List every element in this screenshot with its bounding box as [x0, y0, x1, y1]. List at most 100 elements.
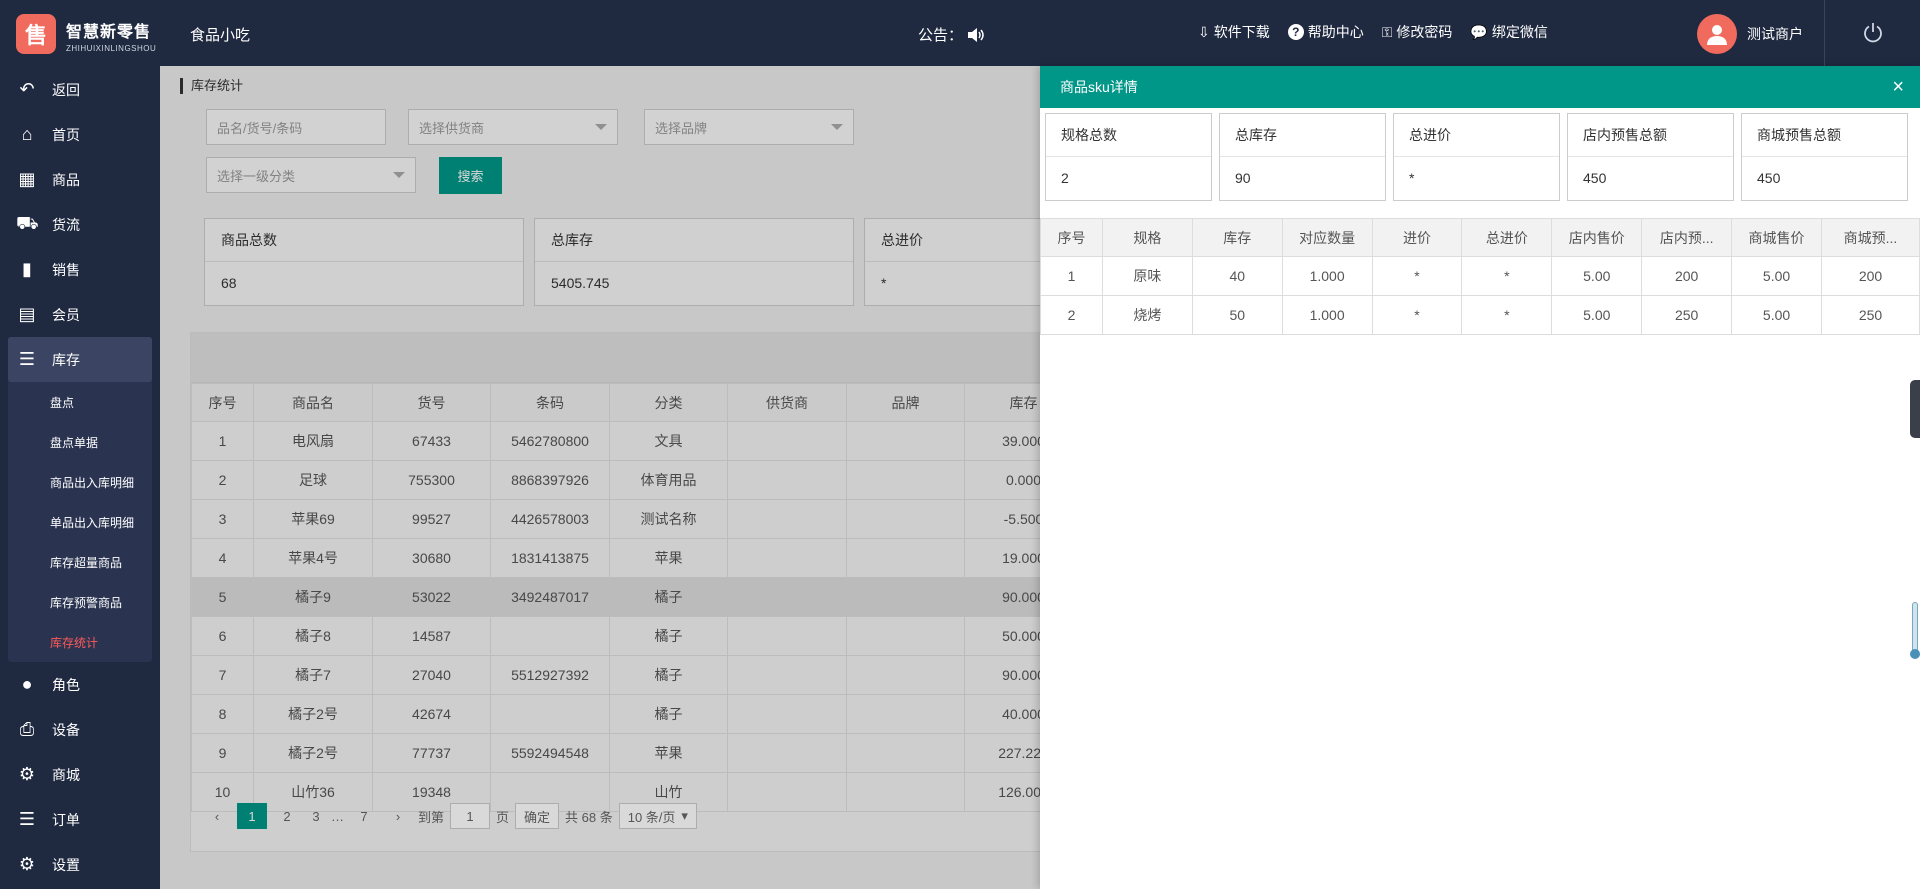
brand-name: 智慧新零售 — [66, 24, 152, 41]
grid-icon: ▦ — [18, 169, 36, 189]
table-cell: 原味 — [1101, 256, 1193, 296]
table-cell: 50 — [1191, 295, 1283, 335]
table-cell: * — [1461, 295, 1553, 335]
store-name[interactable]: 食品小吃 — [190, 24, 250, 45]
user-menu[interactable]: 测试商户 — [1697, 14, 1803, 54]
sku-stat-card: 商城预售总额 450 — [1741, 113, 1908, 201]
notice-label: 公告： — [918, 27, 964, 44]
table-cell: * — [1461, 256, 1553, 296]
modal-overlay[interactable] — [160, 66, 1040, 889]
sidebar-sub-stocktake[interactable]: 盘点 — [8, 382, 152, 422]
sku-stat-card: 总库存 90 — [1219, 113, 1386, 201]
table-cell: 5.00 — [1551, 295, 1643, 335]
sidebar-sub-low-stock[interactable]: 库存预警商品 — [8, 582, 152, 622]
col-header[interactable]: 进价 — [1371, 218, 1463, 257]
table-cell: 40 — [1191, 256, 1283, 296]
col-header[interactable]: 店内预... — [1641, 218, 1733, 257]
sidebar-item-inventory[interactable]: ☰ 库存 — [8, 337, 152, 382]
power-icon — [1863, 23, 1882, 43]
change-password-link[interactable]: ⚿ 修改密码 — [1382, 22, 1453, 42]
table-cell: 1 — [1040, 256, 1103, 296]
sidebar-item-home[interactable]: ⌂ 首页 — [0, 112, 160, 157]
table-cell: 1.000 — [1281, 256, 1373, 296]
col-header[interactable]: 序号 — [1040, 218, 1103, 257]
sku-table: 序号 规格 库存 对应数量 进价 总进价 店内售价 店内预... 商城售价 商城… — [1040, 218, 1920, 335]
back-icon: ↶ — [19, 79, 35, 99]
table-cell: 250 — [1641, 295, 1733, 335]
sidebar-item-sales[interactable]: ▮ 销售 — [0, 247, 160, 292]
logout-button[interactable] — [1824, 0, 1920, 66]
printer-icon: ⎙ — [19, 719, 35, 739]
col-header[interactable]: 商城预... — [1821, 218, 1920, 257]
table-cell: 5.00 — [1731, 295, 1822, 335]
help-icon: ? — [1287, 24, 1304, 40]
col-header[interactable]: 商城售价 — [1731, 218, 1822, 257]
help-link[interactable]: ? 帮助中心 — [1287, 22, 1364, 42]
table-cell: 200 — [1641, 256, 1733, 296]
sku-grid: 序号 规格 库存 对应数量 进价 总进价 店内售价 店内预... 商城售价 商城… — [1040, 218, 1920, 335]
home-icon: ⌂ — [21, 124, 33, 144]
speaker-icon — [968, 27, 984, 42]
sidebar-sub-overstock[interactable]: 库存超量商品 — [8, 542, 152, 582]
drawer-title: 商品sku详情 — [1060, 79, 1138, 95]
drawer-header: 商品sku详情 × — [1040, 66, 1920, 108]
table-cell: * — [1371, 256, 1463, 296]
user-icon: ● — [21, 674, 33, 694]
table-cell: 2 — [1040, 295, 1103, 335]
logo[interactable]: 售 — [16, 14, 56, 54]
side-handle[interactable] — [1910, 380, 1920, 438]
user-name: 测试商户 — [1747, 26, 1803, 42]
sidebar-sub-stocktake-docs[interactable]: 盘点单据 — [8, 422, 152, 462]
avatar — [1697, 14, 1737, 54]
sidebar-group-inventory: ☰ 库存 盘点 盘点单据 商品出入库明细 单品出入库明细 库存超量商品 库存预警商… — [8, 337, 152, 662]
notice[interactable]: 公告： — [918, 24, 985, 45]
table-cell: 5.00 — [1731, 256, 1822, 296]
bind-wechat-link[interactable]: 💬 绑定微信 — [1470, 22, 1547, 42]
table-cell: 200 — [1821, 256, 1920, 296]
col-header[interactable]: 规格 — [1101, 218, 1193, 257]
col-header[interactable]: 总进价 — [1461, 218, 1553, 257]
key-icon: ⚿ — [1381, 23, 1393, 40]
table-cell: 5.00 — [1551, 256, 1643, 296]
sku-stat-card: 规格总数 2 — [1045, 113, 1212, 201]
sku-detail-drawer: 商品sku详情 × 规格总数 2 总库存 90 总进价 * 店内预售总额 450… — [1040, 66, 1920, 889]
sku-stat-card: 店内预售总额 450 — [1567, 113, 1734, 201]
sidebar-item-orders[interactable]: ☰ 订单 — [0, 797, 160, 842]
gear-icon: ⚙ — [18, 854, 36, 874]
table-row[interactable]: 2 烧烤 50 1.000 * * 5.00 250 5.00 250 — [1040, 295, 1920, 335]
sku-stat-card: 总进价 * — [1393, 113, 1560, 201]
member-card-icon: ▤ — [18, 304, 36, 324]
gear-icon: ⚙ — [18, 764, 36, 784]
table-cell: * — [1371, 295, 1463, 335]
sidebar-item-devices[interactable]: ⎙ 设备 — [0, 707, 160, 752]
col-header[interactable]: 库存 — [1191, 218, 1283, 257]
table-cell: 烧烤 — [1101, 295, 1193, 335]
table-row[interactable]: 1 原味 40 1.000 * * 5.00 200 5.00 200 — [1040, 256, 1920, 296]
user-avatar-icon — [1707, 25, 1727, 45]
col-header[interactable]: 对应数量 — [1281, 218, 1373, 257]
list-icon: ☰ — [18, 809, 36, 829]
download-icon: ⇩ — [1198, 23, 1210, 40]
close-icon[interactable]: × — [1892, 77, 1904, 97]
sidebar-sub-stock-stats[interactable]: 库存统计 — [8, 622, 152, 662]
sidebar-item-members[interactable]: ▤ 会员 — [0, 292, 160, 337]
sidebar-item-logistics[interactable]: ⛟ 货流 — [0, 202, 160, 247]
thermometer-icon — [1910, 602, 1920, 659]
table-cell: 1.000 — [1281, 295, 1373, 335]
sidebar-item-goods[interactable]: ▦ 商品 — [0, 157, 160, 202]
brand: 智慧新零售 ZHIHUIXINLINGSHOU — [66, 18, 156, 53]
table-header-row: 序号 规格 库存 对应数量 进价 总进价 店内售价 店内预... 商城售价 商城… — [1040, 218, 1920, 257]
download-link[interactable]: ⇩ 软件下载 — [1198, 22, 1270, 42]
top-bar: 售 智慧新零售 ZHIHUIXINLINGSHOU 食品小吃 公告： ⇩ 软件下载… — [0, 0, 1920, 66]
sidebar-item-back[interactable]: ↶ 返回 — [0, 67, 160, 112]
brand-name-en: ZHIHUIXINLINGSHOU — [66, 44, 157, 53]
sidebar-sub-item-io[interactable]: 单品出入库明细 — [8, 502, 152, 542]
truck-icon: ⛟ — [16, 212, 39, 233]
sidebar-item-roles[interactable]: ● 角色 — [0, 662, 160, 707]
col-header[interactable]: 店内售价 — [1551, 218, 1643, 257]
sidebar-sub-goods-io[interactable]: 商品出入库明细 — [8, 462, 152, 502]
sidebar: ↶ 返回 ⌂ 首页 ▦ 商品 ⛟ 货流 ▮ 销售 ▤ 会员 ☰ 库存 盘点 盘点单据 商品出入… — [0, 66, 160, 889]
sidebar-item-settings[interactable]: ⚙ 设置 — [0, 842, 160, 887]
wechat-icon: 💬 — [1470, 23, 1488, 40]
sidebar-item-mall[interactable]: ⚙ 商城 — [0, 752, 160, 797]
